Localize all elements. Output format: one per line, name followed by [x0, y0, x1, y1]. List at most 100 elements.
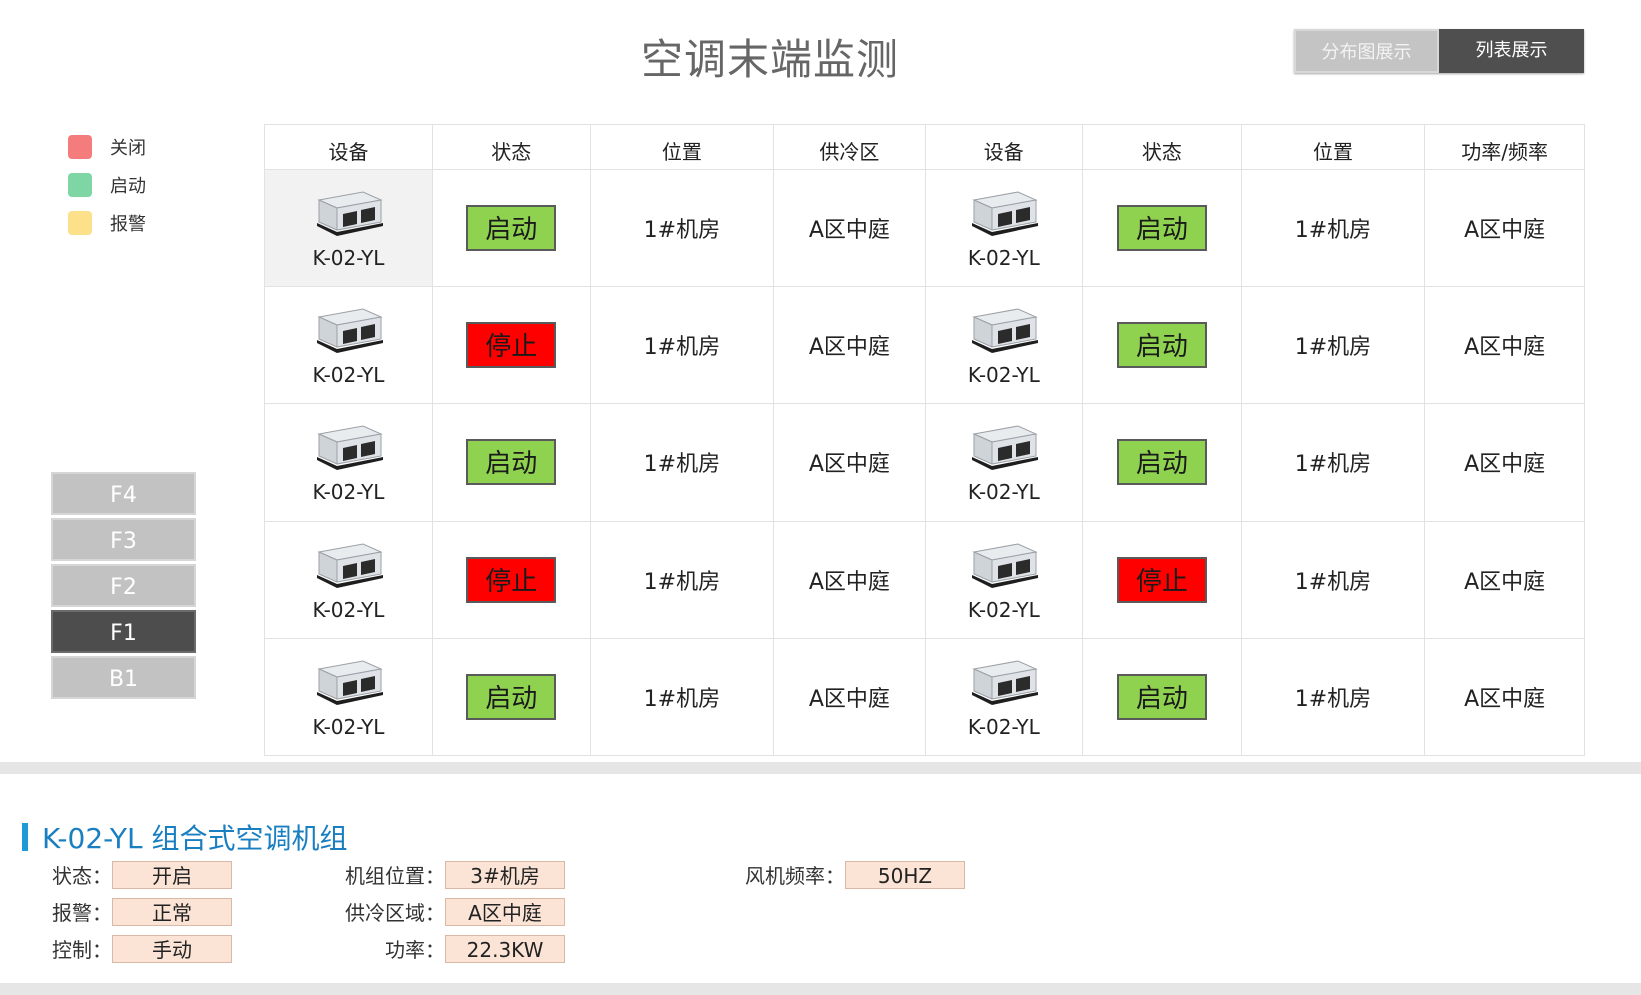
ac-unit-icon	[971, 308, 1038, 354]
device-cell[interactable]: K-02-YL	[924, 168, 1084, 288]
unit-location-value: 3#机房	[445, 860, 565, 889]
device-name: K-02-YL	[967, 480, 1040, 505]
ac-unit-icon	[316, 425, 383, 471]
legend-label: 启动	[110, 176, 146, 197]
ac-unit-icon	[316, 191, 383, 237]
start-status-button[interactable]: 启动	[1116, 439, 1207, 486]
supply-zone-value: A区中庭	[445, 897, 565, 926]
column-header: 供冷区	[773, 124, 926, 170]
supply-zone-label: 供冷区域：	[345, 901, 445, 925]
location-cell: 1#机房	[589, 403, 775, 522]
alarm-label: 报警：	[52, 901, 112, 925]
status-cell: 停止	[1082, 520, 1242, 639]
device-name: K-02-YL	[967, 246, 1040, 271]
ac-unit-icon	[971, 425, 1038, 471]
stop-status-button[interactable]: 停止	[466, 322, 557, 369]
zone-cell: A区中庭	[1424, 403, 1585, 522]
page-title: 空调末端监测	[640, 35, 899, 84]
floor-button-f4[interactable]: F4	[51, 472, 196, 515]
zone-cell: A区中庭	[773, 403, 926, 522]
table-row: K-02-YL 启动 1#机房 A区中庭 K-02-YL 启动 1#机房 A区中庭	[264, 168, 1585, 288]
status-cell: 停止	[432, 286, 591, 405]
alarm-value: 正常	[112, 897, 232, 926]
device-cell[interactable]: K-02-YL	[924, 637, 1084, 757]
column-header: 位置	[589, 124, 775, 170]
view-toggle: 分布图展示 列表展示	[1294, 29, 1584, 73]
floor-selector: F4 F3 F2 F1 B1	[51, 472, 196, 702]
device-cell[interactable]: K-02-YL	[924, 403, 1084, 522]
column-header: 功率/频率	[1424, 124, 1585, 170]
table-row: K-02-YL 停止 1#机房 A区中庭 K-02-YL 启动 1#机房 A区中庭	[264, 286, 1585, 405]
ac-unit-icon	[316, 308, 383, 354]
zone-cell: A区中庭	[1424, 286, 1585, 405]
start-status-button[interactable]: 启动	[1116, 205, 1207, 252]
column-header: 位置	[1240, 124, 1426, 170]
status-cell: 启动	[432, 403, 591, 522]
detail-header: K-02-YL 组合式空调机组	[22, 817, 348, 857]
table-row: K-02-YL 启动 1#机房 A区中庭 K-02-YL 启动 1#机房 A区中庭	[264, 403, 1585, 522]
power-field: 功率： 22.3KW	[325, 934, 565, 963]
power-label: 功率：	[385, 938, 445, 962]
ac-unit-icon	[971, 660, 1038, 705]
status-cell: 停止	[432, 520, 591, 639]
table-row: K-02-YL 启动 1#机房 A区中庭 K-02-YL 启动 1#机房 A区中庭	[264, 637, 1585, 757]
status-legend: 关闭启动报警	[68, 128, 146, 242]
fan-frequency-value: 50HZ	[845, 860, 965, 889]
status-cell: 启动	[1082, 403, 1242, 522]
device-cell[interactable]: K-02-YL	[264, 286, 433, 405]
status-cell: 启动	[1082, 286, 1242, 405]
device-name: K-02-YL	[312, 480, 385, 505]
device-name: K-02-YL	[312, 246, 385, 271]
location-cell: 1#机房	[1240, 286, 1426, 405]
ac-unit-icon	[971, 191, 1038, 237]
column-header: 状态	[1082, 124, 1242, 170]
location-cell: 1#机房	[589, 168, 775, 288]
column-header: 设备	[924, 124, 1084, 170]
legend-label: 报警	[110, 214, 146, 235]
legend-item: 报警	[68, 204, 146, 242]
floor-button-f1[interactable]: F1	[51, 610, 196, 653]
start-status-button[interactable]: 启动	[1116, 322, 1207, 369]
start-status-button[interactable]: 启动	[466, 439, 557, 486]
device-cell[interactable]: K-02-YL	[924, 520, 1084, 639]
device-cell[interactable]: K-02-YL	[264, 168, 433, 288]
stop-status-button[interactable]: 停止	[466, 556, 557, 603]
supply-zone-field: 供冷区域： A区中庭	[325, 897, 565, 926]
section-divider-bottom	[0, 983, 1641, 995]
location-cell: 1#机房	[1240, 520, 1426, 639]
location-cell: 1#机房	[589, 637, 775, 757]
power-value: 22.3KW	[445, 934, 565, 963]
device-cell[interactable]: K-02-YL	[264, 403, 433, 522]
device-cell[interactable]: K-02-YL	[264, 520, 433, 639]
control-label: 控制：	[52, 938, 112, 962]
location-cell: 1#机房	[589, 286, 775, 405]
map-view-button[interactable]: 分布图展示	[1294, 29, 1439, 73]
fan-frequency-field: 风机频率： 50HZ	[725, 860, 965, 889]
start-status-button[interactable]: 启动	[1116, 673, 1207, 720]
location-cell: 1#机房	[1240, 403, 1426, 522]
legend-swatch	[68, 135, 92, 159]
start-status-button[interactable]: 启动	[466, 205, 557, 252]
floor-button-f3[interactable]: F3	[51, 518, 196, 561]
device-name: K-02-YL	[967, 363, 1040, 388]
location-cell: 1#机房	[1240, 168, 1426, 288]
device-cell[interactable]: K-02-YL	[264, 637, 433, 757]
unit-location-label: 机组位置：	[345, 864, 445, 888]
device-name: K-02-YL	[967, 597, 1040, 622]
start-status-button[interactable]: 启动	[466, 673, 557, 720]
zone-cell: A区中庭	[1424, 637, 1585, 757]
ac-unit-icon	[316, 543, 383, 588]
legend-item: 关闭	[68, 128, 146, 166]
legend-item: 启动	[68, 166, 146, 204]
floor-button-b1[interactable]: B1	[51, 656, 196, 699]
floor-button-f2[interactable]: F2	[51, 564, 196, 607]
device-cell[interactable]: K-02-YL	[924, 286, 1084, 405]
stop-status-button[interactable]: 停止	[1116, 556, 1207, 603]
column-header: 设备	[264, 124, 433, 170]
legend-swatch	[68, 173, 92, 197]
list-view-button[interactable]: 列表展示	[1439, 29, 1584, 73]
zone-cell: A区中庭	[773, 168, 926, 288]
legend-swatch	[68, 211, 92, 235]
control-field: 控制： 手动	[40, 934, 232, 963]
device-name: K-02-YL	[312, 363, 385, 388]
